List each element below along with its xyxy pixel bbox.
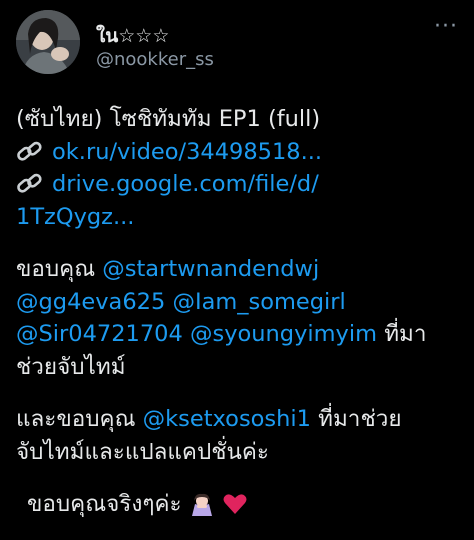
person-bowing-icon [189,492,215,526]
link-row-2: drive.google.com/file/d/ [16,168,462,201]
closing-line: ขอบคุณจริงๆค่ะ [16,488,462,526]
mention-iam-somegirl[interactable]: @Iam_somegirl [172,289,345,315]
video-link-2[interactable]: drive.google.com/file/d/ [52,168,319,201]
tweet-title-line: (ซับไทย) โซชิทัมทัม EP1 (full) [16,106,321,132]
closing-text: ขอบคุณจริงๆค่ะ [27,491,182,517]
red-heart-icon [222,492,248,526]
tweet-text: (ซับไทย) โซชิทัมทัม EP1 (full) ok.ru/vid… [16,103,462,526]
author-handle[interactable]: @nookker_ss [96,49,214,70]
mention-startwnandendwj[interactable]: @startwnandendwj [102,256,319,282]
avatar[interactable] [16,10,80,74]
thanks-line-2: @gg4eva625 @Iam_somegirl [16,286,462,319]
link-row-1: ok.ru/video/34498518... [16,136,462,169]
mention-gg4eva625[interactable]: @gg4eva625 [16,289,165,315]
thanks-suffix: ที่มา [384,321,427,347]
more-options-icon[interactable]: ··· [434,14,458,39]
link-chain-icon [16,140,44,164]
thanks-line-3: @Sir04721704 @syoungyimyim ที่มา [16,318,462,351]
thanks-line-1: ขอบคุณ @startwnandendwj [16,253,462,286]
tweet-header: ใน☆☆☆ @nookker_ss ··· [16,10,458,82]
thanks-prefix: ขอบคุณ [16,256,96,282]
thanks-line-4: ช่วยจับไทม์ [16,353,126,380]
mention-syoungyimyim[interactable]: @syoungyimyim [190,321,377,347]
video-link-2-continued[interactable]: 1TzQygz... [16,204,134,230]
thanks2-prefix: และขอบคุณ [16,406,136,432]
thanks2-suffix: ที่มาช่วย [318,406,402,432]
thanks2-line-1: และขอบคุณ @ksetxososhi1 ที่มาช่วย [16,403,462,436]
mention-ksetxososhi1[interactable]: @ksetxososhi1 [143,406,311,432]
video-link-1[interactable]: ok.ru/video/34498518... [52,136,322,169]
thanks2-line-2: จับไทม์และแปลแคปชั่นค่ะ [16,438,270,465]
mention-sir04721704[interactable]: @Sir04721704 [16,321,183,347]
author-display-name[interactable]: ใน☆☆☆ [96,21,169,51]
link-chain-icon [16,172,44,196]
